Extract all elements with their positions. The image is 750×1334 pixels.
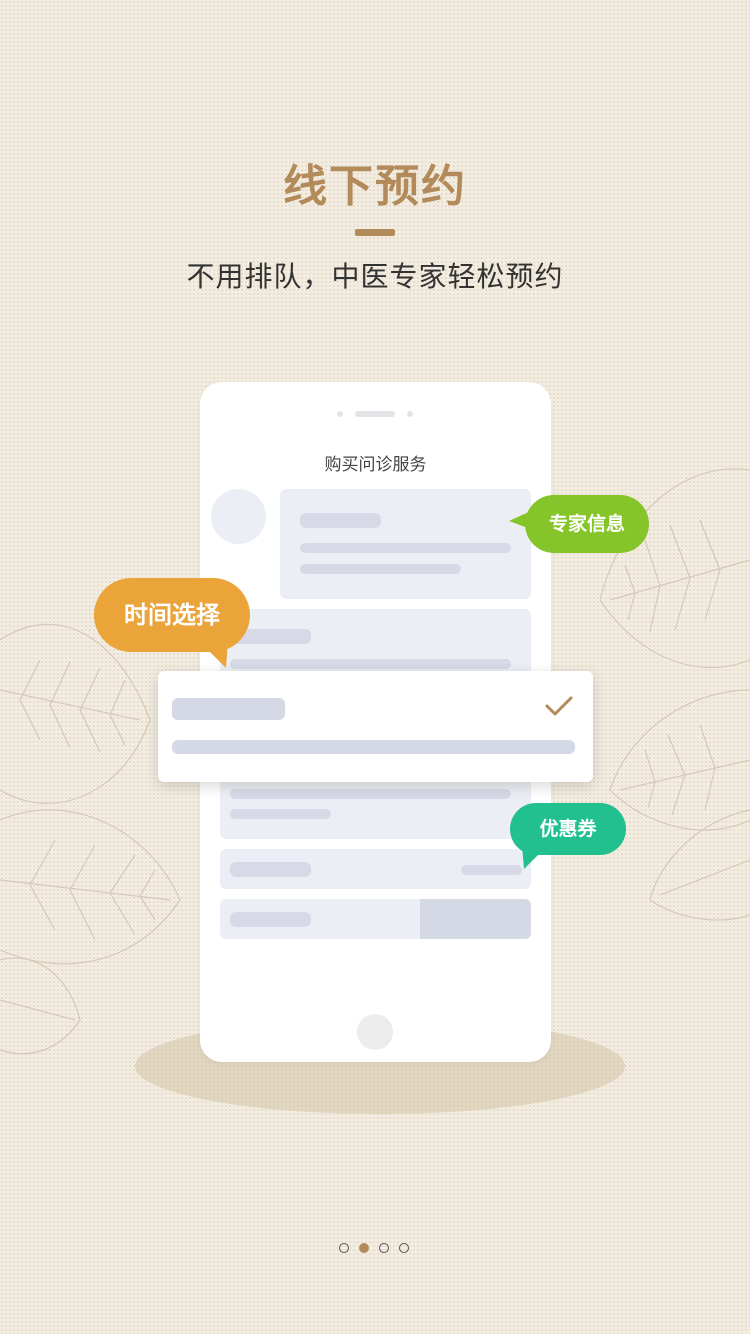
placeholder-line — [230, 809, 331, 819]
placeholder-line — [300, 513, 381, 528]
placeholder-line — [230, 789, 511, 799]
screen-title: 购买问诊服务 — [324, 455, 427, 475]
doctor-avatar — [211, 489, 266, 544]
payment-row — [220, 899, 531, 939]
page-dot-2[interactable] — [359, 1243, 369, 1253]
page-dot-4[interactable] — [399, 1243, 409, 1253]
pay-button[interactable] — [420, 899, 531, 939]
placeholder-line — [300, 543, 511, 553]
title-divider — [355, 229, 395, 236]
phone-speaker — [355, 411, 395, 417]
placeholder-line — [230, 862, 311, 877]
placeholder-line — [230, 912, 311, 927]
placeholder-line — [300, 564, 461, 574]
placeholder-line — [172, 698, 285, 720]
page-dot-1[interactable] — [339, 1243, 349, 1253]
page-indicator — [339, 1243, 415, 1255]
time-select-bubble: 时间选择 — [94, 578, 250, 652]
phone-sensor-dot — [407, 411, 413, 417]
expert-info-bubble: 专家信息 — [525, 495, 649, 553]
page-dot-3[interactable] — [379, 1243, 389, 1253]
expert-info-panel — [280, 489, 531, 599]
coupon-bubble: 优惠券 — [510, 803, 626, 855]
phone-camera-dot — [337, 411, 343, 417]
check-icon — [545, 696, 573, 716]
placeholder-line — [461, 865, 522, 875]
coupon-row[interactable] — [220, 849, 531, 889]
phone-home-button — [357, 1014, 393, 1050]
page-subtitle: 不用排队，中医专家轻松预约 — [186, 260, 564, 293]
placeholder-line — [172, 740, 575, 754]
selected-time-card[interactable] — [158, 671, 593, 782]
page-title: 线下预约 — [283, 161, 467, 212]
placeholder-line — [230, 659, 511, 669]
